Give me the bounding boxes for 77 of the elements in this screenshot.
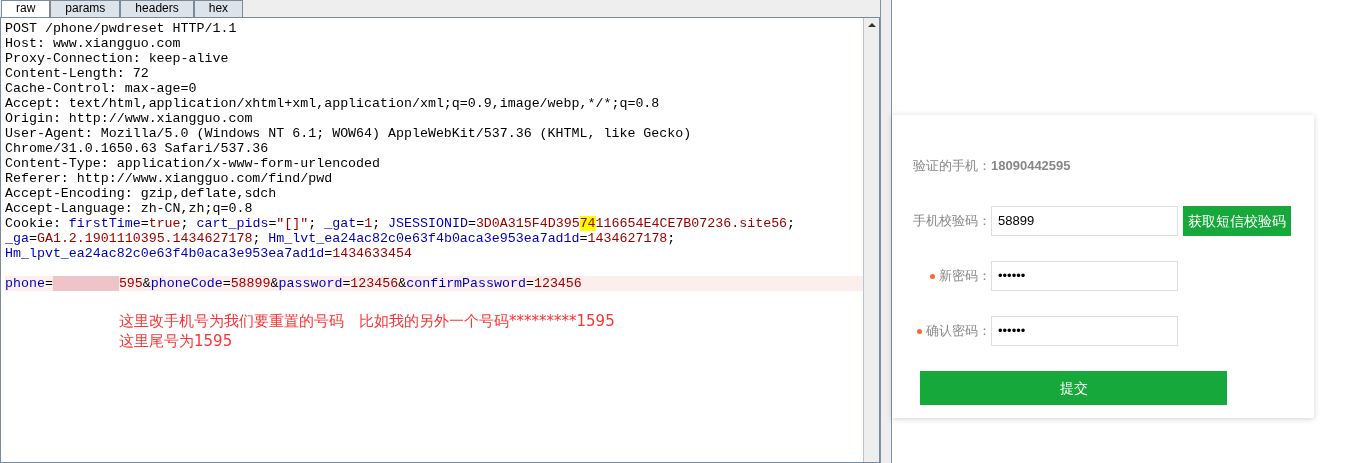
request-text: Accept: text/html,application/xhtml+xml,application/xml;q=0.9,image/webp,*/*;q=0.8 xyxy=(5,96,660,111)
scrollbar[interactable] xyxy=(863,18,879,462)
request-text: Content-Type: application/x-www-form-urlencoded xyxy=(5,156,381,171)
param-name: _ga xyxy=(5,231,29,246)
param-value: 116654E4CE7B07236.site56 xyxy=(595,216,788,231)
tab[interactable]: params xyxy=(50,0,121,17)
request-text: Content-Length: 72 xyxy=(5,66,149,81)
phone-number: 18090442595 xyxy=(991,157,1071,176)
request-text: = xyxy=(356,216,365,231)
request-text: = xyxy=(44,276,53,291)
request-editor[interactable] xyxy=(1,18,863,462)
field-label: 手机校验码： xyxy=(913,212,991,231)
param-name: _gat xyxy=(324,216,357,231)
request-text: Chrome/31.0.1650.63 Safari/537.36 xyxy=(5,141,269,156)
field-label: 验证的手机： xyxy=(913,157,991,176)
tab[interactable]: raw xyxy=(1,0,51,17)
param-name: phoneCode xyxy=(150,276,223,291)
request-text: = xyxy=(28,231,37,246)
redaction-block xyxy=(52,276,119,291)
request-text: ; xyxy=(308,216,318,231)
request-text: Accept-Encoding: gzip,deflate,sdch xyxy=(5,186,277,201)
required-icon xyxy=(917,328,922,334)
password-field[interactable]: •••••• xyxy=(991,316,1178,346)
param-value: 123456 xyxy=(533,276,582,291)
param-name: cart_pids xyxy=(196,216,269,231)
param-value: "[]" xyxy=(276,216,309,231)
field-label: 新密码： xyxy=(939,267,991,286)
param-value: true xyxy=(148,216,181,231)
request-text: = xyxy=(222,276,231,291)
request-text: Referer: http://www.xiangguo.com/find/pwd xyxy=(5,171,333,186)
request-text: ; xyxy=(372,216,382,231)
tab[interactable]: headers xyxy=(120,0,194,17)
param-name: phone xyxy=(5,276,45,291)
param-name: Hm_lvt_ea24ac82c0e63f4b0aca3e953ea7ad1d xyxy=(268,231,580,246)
required-icon xyxy=(930,273,935,279)
request-text: = xyxy=(579,231,588,246)
request-text: Origin: http://www.xiangguo.com xyxy=(5,111,253,126)
search-match: 74 xyxy=(579,216,596,231)
request-text: = xyxy=(324,246,333,261)
request-text: Proxy-Connection: keep-alive xyxy=(5,51,229,66)
param-value: GA1.2.1901110395.1434627178 xyxy=(36,231,253,246)
request-text: = xyxy=(467,216,476,231)
request-text: ; xyxy=(787,216,796,231)
param-name: confirmPassword xyxy=(406,276,526,291)
param-name: password xyxy=(278,276,343,291)
request-text: = xyxy=(140,216,149,231)
field-label: 确认密码： xyxy=(926,322,991,341)
request-text: User-Agent: Mozilla/5.0 (Windows NT 6.1; WOW64) AppleWebKit/537.36 (KHTML, like Gecko) xyxy=(5,126,692,141)
param-value: 123456 xyxy=(350,276,399,291)
annotation-text: 这里尾号为1595 xyxy=(119,331,234,351)
request-text: = xyxy=(525,276,534,291)
param-value: 1 xyxy=(364,216,373,231)
annotation-text: 这里改手机号为我们要重置的号码 比如我的另外一个号码*********1595 xyxy=(119,311,616,331)
request-text: ; xyxy=(180,216,190,231)
param-value: 1434633454 xyxy=(332,246,412,261)
request-text: = xyxy=(342,276,351,291)
param-name: JSESSIONID xyxy=(388,216,468,231)
request-text: ; xyxy=(252,231,262,246)
request-text: & xyxy=(142,276,151,291)
request-text: Cookie: xyxy=(5,216,62,231)
request-text: Accept-Language: zh-CN,zh;q=0.8 xyxy=(5,201,253,216)
request-text: Cache-Control: max-age=0 xyxy=(5,81,197,96)
request-text: = xyxy=(268,216,277,231)
request-text: & xyxy=(398,276,407,291)
param-value: 595 xyxy=(118,276,143,291)
param-value: 58899 xyxy=(230,276,271,291)
request-text: ; xyxy=(667,231,676,246)
request-text: & xyxy=(270,276,279,291)
password-field[interactable]: •••••• xyxy=(991,261,1178,291)
param-name: firstTime xyxy=(68,216,141,231)
code-field[interactable]: 58899 xyxy=(991,206,1178,236)
param-name: Hm_lpvt_ea24ac82c0e63f4b0aca3e953ea7ad1d xyxy=(5,246,325,261)
tab[interactable]: hex xyxy=(193,0,244,17)
param-value: 3D0A315F4D395 xyxy=(475,216,580,231)
request-text: Host: www.xiangguo.com xyxy=(5,36,181,51)
request-text: POST /phone/pwdreset HTTP/1.1 xyxy=(5,21,237,36)
param-value: 1434627178 xyxy=(587,231,668,246)
